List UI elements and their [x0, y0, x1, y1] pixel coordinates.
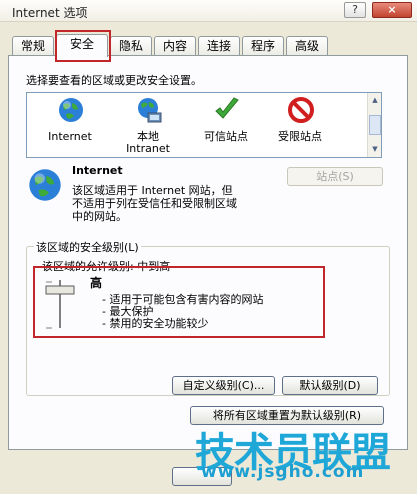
- tab-content[interactable]: 内容: [154, 36, 196, 56]
- zone-internet[interactable]: Internet: [35, 93, 105, 157]
- zone-trusted-sites-label: 可信站点: [204, 130, 248, 143]
- selected-zone-globe-icon: [29, 169, 61, 201]
- zone-internet-label: Internet: [48, 130, 92, 143]
- zone-restricted-sites[interactable]: 受限站点: [265, 93, 335, 157]
- watermark: 技术员联盟 www.jsgho.com: [195, 420, 391, 482]
- window-title: Internet 选项: [12, 6, 88, 20]
- tab-highlight-frame: [55, 30, 111, 62]
- zone-local-intranet-label: 本地 Intranet: [126, 130, 170, 155]
- zone-list-scrollbar[interactable]: ▲ ▼: [367, 93, 381, 157]
- globe-icon: [59, 98, 83, 122]
- zone-restricted-sites-label: 受限站点: [278, 130, 322, 143]
- selected-zone-desc-line-3: 中的网站。: [72, 210, 127, 223]
- scroll-up-arrow-icon[interactable]: ▲: [369, 94, 381, 106]
- checkmark-icon: [215, 97, 239, 119]
- tab-general[interactable]: 常规: [12, 36, 54, 56]
- no-entry-icon: [288, 97, 314, 123]
- default-level-button[interactable]: 默认级别(D): [282, 376, 378, 395]
- sites-button[interactable]: 站点(S): [287, 167, 383, 186]
- custom-level-button[interactable]: 自定义级别(C)...: [172, 376, 275, 395]
- level-highlight-frame: [33, 266, 325, 338]
- zone-list[interactable]: Internet 本地 Intranet 可信站点 受限站点 ▲ ▼: [26, 92, 382, 158]
- tab-programs[interactable]: 程序: [242, 36, 284, 56]
- title-bar[interactable]: Internet 选项 ? ×: [0, 0, 417, 22]
- selected-zone-title: Internet: [72, 164, 123, 177]
- tab-advanced[interactable]: 高级: [286, 36, 328, 56]
- zone-trusted-sites[interactable]: 可信站点: [191, 93, 261, 157]
- zone-local-intranet[interactable]: 本地 Intranet: [113, 93, 183, 157]
- intranet-globe-icon: [138, 98, 162, 123]
- close-button[interactable]: ×: [372, 2, 412, 18]
- tab-privacy[interactable]: 隐私: [110, 36, 152, 56]
- security-level-group-label: 该区域的安全级别(L): [34, 239, 141, 255]
- internet-options-dialog: Internet 选项 ? × 常规 安全 隐私 内容 连接 程序 高级 选择要…: [0, 0, 417, 494]
- zone-prompt: 选择要查看的区域或更改安全设置。: [26, 74, 202, 87]
- scroll-thumb[interactable]: [369, 115, 381, 135]
- scroll-down-arrow-icon[interactable]: ▼: [369, 143, 381, 155]
- tab-connections[interactable]: 连接: [198, 36, 240, 56]
- help-button[interactable]: ?: [344, 2, 366, 18]
- watermark-url: www.jsgho.com: [201, 462, 365, 482]
